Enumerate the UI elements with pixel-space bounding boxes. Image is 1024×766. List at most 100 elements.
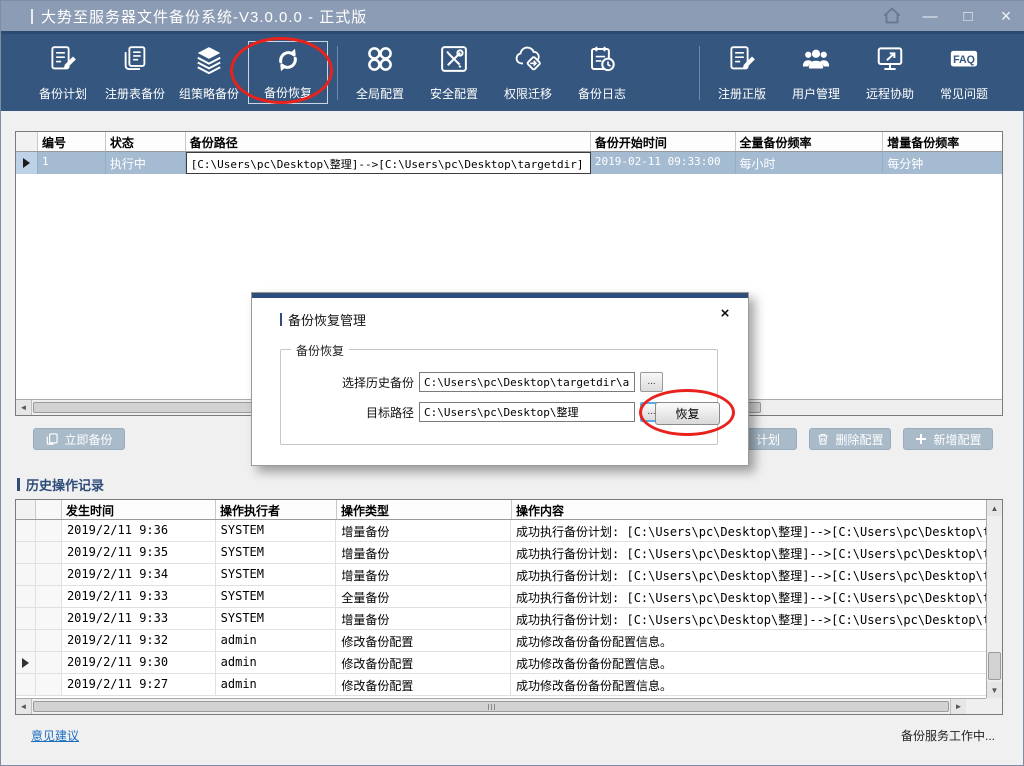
cell-type: 修改备份配置 <box>336 630 511 651</box>
row-selector-header <box>16 132 38 151</box>
history-backup-input[interactable] <box>419 372 635 392</box>
layers-icon <box>194 44 224 79</box>
history-row[interactable]: 2019/2/11 9:33 SYSTEM 增量备份 成功执行备份计划: [C:… <box>16 608 986 630</box>
toolbar-item-backup-log[interactable]: 备份日志 <box>566 41 638 104</box>
plus-icon <box>914 432 928 446</box>
toolbar-item-backup-plan[interactable]: 备份计划 <box>27 41 99 104</box>
backup-now-button[interactable]: 立即备份 <box>33 428 125 450</box>
toolbar-item-permission-migration[interactable]: 权限迁移 <box>492 41 564 104</box>
history-row[interactable]: 2019/2/11 9:34 SYSTEM 增量备份 成功执行备份计划: [C:… <box>16 564 986 586</box>
col-header-start-time[interactable]: 备份开始时间 <box>591 132 736 151</box>
history-section-title: 历史操作记录 <box>17 475 104 494</box>
maximize-button[interactable]: □ <box>957 5 979 27</box>
scroll-right-arrow[interactable]: ► <box>950 699 966 714</box>
cell-actor: SYSTEM <box>216 542 337 563</box>
history-row[interactable]: 2019/2/11 9:35 SYSTEM 增量备份 成功执行备份计划: [C:… <box>16 542 986 564</box>
add-config-button[interactable]: 新增配置 <box>903 428 993 450</box>
cell-path[interactable]: [C:\Users\pc\Desktop\整理]-->[C:\Users\pc\… <box>186 152 591 174</box>
toolbar-item-label: 备份日志 <box>578 85 626 102</box>
remote-monitor-icon <box>875 44 905 79</box>
toolbar-item-security-config[interactable]: 安全配置 <box>418 41 490 104</box>
cell-type: 修改备份配置 <box>336 674 511 695</box>
col-header-type[interactable]: 操作类型 <box>337 500 512 519</box>
history-hscrollbar: ◄ ► <box>16 698 988 714</box>
cell-time: 2019/2/11 9:36 <box>62 520 216 541</box>
toolbar-item-remote-assistance[interactable]: 远程协助 <box>854 41 926 104</box>
cell-content: 成功执行备份计划: [C:\Users\pc\Desktop\整理]-->[C:… <box>511 520 986 541</box>
toolbar-item-label: 用户管理 <box>792 85 840 102</box>
toolbar-item-registry-backup[interactable]: 注册表备份 <box>99 41 171 104</box>
cell-actor: SYSTEM <box>216 520 337 541</box>
cell-actor: admin <box>216 674 337 695</box>
col-header-inc-freq[interactable]: 增量备份频率 <box>883 132 1002 151</box>
cell-type: 增量备份 <box>336 520 511 541</box>
minimize-button[interactable]: — <box>919 5 941 27</box>
current-row-arrow-icon <box>23 158 30 168</box>
log-clock-icon <box>587 44 617 79</box>
col-header-path[interactable]: 备份路径 <box>186 132 591 151</box>
delete-config-button[interactable]: 删除配置 <box>809 428 891 450</box>
dialog-close-icon[interactable]: × <box>716 304 734 322</box>
col-header-content[interactable]: 操作内容 <box>512 500 988 519</box>
toolbar-item-register-genuine[interactable]: 注册正版 <box>706 41 778 104</box>
cell-content: 成功执行备份计划: [C:\Users\pc\Desktop\整理]-->[C:… <box>511 542 986 563</box>
table-row-selected[interactable]: 1 执行中 [C:\Users\pc\Desktop\整理]-->[C:\Use… <box>16 152 1002 174</box>
history-row[interactable]: 2019/2/11 9:32 admin 修改备份配置 成功修改备份备份配置信息… <box>16 630 986 652</box>
browse-history-button[interactable]: ... <box>640 372 663 392</box>
delete-config-label: 删除配置 <box>835 431 883 448</box>
grid-circles-icon <box>365 44 395 79</box>
cell-content: 成功执行备份计划: [C:\Users\pc\Desktop\整理]-->[C:… <box>511 564 986 585</box>
dialog-title: 备份恢复管理 <box>280 310 366 329</box>
toolbar-item-user-management[interactable]: 用户管理 <box>780 41 852 104</box>
dialog-accent-strip <box>252 293 748 298</box>
toolbar-divider <box>337 46 338 100</box>
feedback-link[interactable]: 意见建议 <box>31 727 79 744</box>
svg-text:FAQ: FAQ <box>953 54 975 66</box>
toolbar-item-faq[interactable]: FAQ 常见问题 <box>928 41 1000 104</box>
history-row-current[interactable]: 2019/2/11 9:30 admin 修改备份配置 成功修改备份备份配置信息… <box>16 652 986 674</box>
col-header-full-freq[interactable]: 全量备份频率 <box>736 132 884 151</box>
hscroll-thumb[interactable] <box>33 701 949 712</box>
history-backup-field-row: 选择历史备份 ... <box>281 372 663 392</box>
title-marker <box>31 9 33 24</box>
scroll-up-arrow[interactable]: ▲ <box>987 500 1002 516</box>
annotation-ellipse-restore-button <box>639 389 735 436</box>
faq-icon: FAQ <box>949 44 979 79</box>
col-header-time[interactable]: 发生时间 <box>62 500 216 519</box>
cell-content: 成功修改备份备份配置信息。 <box>511 674 986 695</box>
toolbar-item-label: 全局配置 <box>356 85 404 102</box>
target-path-input[interactable] <box>419 402 635 422</box>
vscroll-thumb[interactable] <box>988 652 1001 680</box>
row-selector-cell <box>16 152 38 174</box>
copy-icon <box>45 432 59 446</box>
scroll-left-arrow[interactable]: ◄ <box>16 400 32 415</box>
cell-content: 成功执行备份计划: [C:\Users\pc\Desktop\整理]-->[C:… <box>511 608 986 629</box>
row-selector-header <box>16 500 36 519</box>
dialog-title-marker <box>280 313 282 326</box>
history-table-header: 发生时间 操作执行者 操作类型 操作内容 <box>16 500 1002 520</box>
scroll-down-arrow[interactable]: ▼ <box>987 682 1002 698</box>
annotation-ellipse-backup-restore <box>230 37 333 104</box>
close-button[interactable]: × <box>995 5 1017 27</box>
window-title: 大势至服务器文件备份系统-V3.0.0.0 - 正式版 <box>41 6 367 27</box>
toolbar-item-label: 常见问题 <box>940 85 988 102</box>
col-header-actor[interactable]: 操作执行者 <box>216 500 337 519</box>
history-row[interactable]: 2019/2/11 9:27 admin 修改备份配置 成功修改备份备份配置信息… <box>16 674 986 696</box>
cell-start-time: 2019-02-11 09:33:00 <box>591 152 736 174</box>
history-row[interactable]: 2019/2/11 9:36 SYSTEM 增量备份 成功执行备份计划: [C:… <box>16 520 986 542</box>
tools-box-icon <box>439 44 469 79</box>
home-icon[interactable] <box>881 5 903 27</box>
history-row[interactable]: 2019/2/11 9:33 SYSTEM 全量备份 成功执行备份计划: [C:… <box>16 586 986 608</box>
col-header-status[interactable]: 状态 <box>106 132 186 151</box>
toolbar-item-global-config[interactable]: 全局配置 <box>344 41 416 104</box>
cell-actor: admin <box>216 652 337 673</box>
cell-actor: SYSTEM <box>216 586 337 607</box>
col-header-id[interactable]: 编号 <box>38 132 106 151</box>
scrollbar-corner <box>986 698 1002 714</box>
doc-pencil-icon <box>48 44 78 79</box>
cell-full-freq: 每小时 <box>736 152 884 174</box>
register-doc-icon <box>727 44 757 79</box>
scroll-left-arrow[interactable]: ◄ <box>16 699 32 714</box>
cell-time: 2019/2/11 9:27 <box>62 674 216 695</box>
backup-restore-dialog: 备份恢复管理 × 备份恢复 选择历史备份 ... 目标路径 ... 恢复 <box>251 292 749 466</box>
